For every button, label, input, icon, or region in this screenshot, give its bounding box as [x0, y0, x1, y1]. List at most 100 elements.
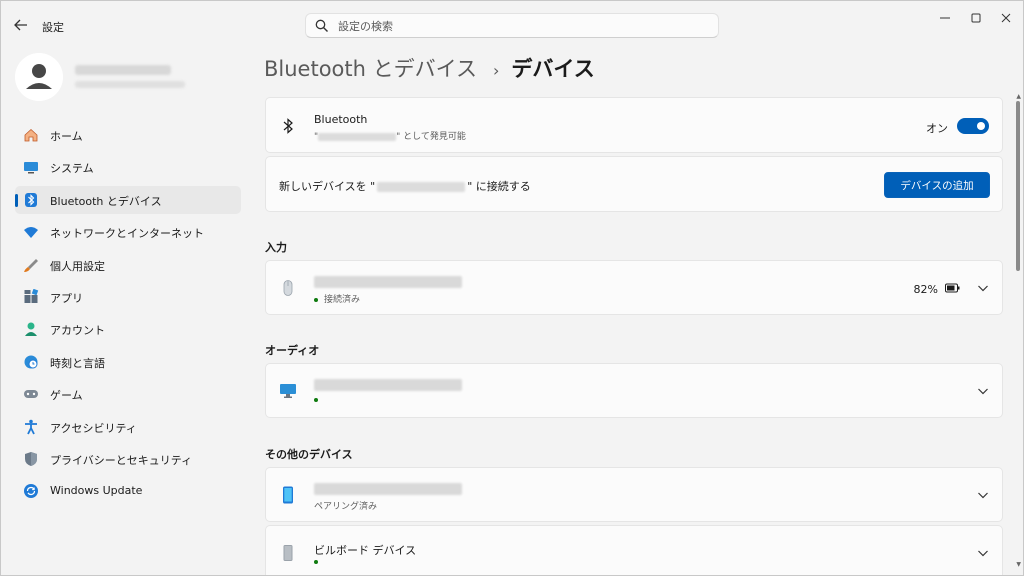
scroll-down-arrow-icon[interactable]: ▼	[1016, 561, 1021, 568]
bluetooth-toggle-label: オン	[926, 122, 948, 135]
sidebar-nav: ホーム システム Bluetooth とデバイス ネットワークとインターネット …	[15, 121, 241, 510]
sidebar-item-label: プライバシーとセキュリティ	[50, 453, 193, 467]
close-icon	[1001, 13, 1011, 23]
chevron-down-icon[interactable]	[976, 546, 990, 560]
title-bar: 設定	[1, 1, 1023, 49]
monitor-icon	[280, 384, 296, 398]
device-card-billboard[interactable]: ビルボード デバイス	[265, 525, 1003, 575]
device-status	[314, 557, 324, 567]
page-title: デバイス	[511, 57, 595, 81]
sidebar-item-label: 時刻と言語	[50, 356, 105, 370]
device-status-text: 接続済み	[324, 295, 361, 305]
monitor-icon	[24, 162, 38, 174]
bluetooth-devices-icon	[25, 192, 37, 207]
generic-device-icon	[283, 545, 293, 561]
bluetooth-icon	[283, 118, 293, 134]
minimize-button[interactable]	[931, 9, 959, 27]
mouse-icon	[283, 280, 293, 296]
home-icon	[24, 128, 38, 142]
sidebar-item-accessibility[interactable]: アクセシビリティ	[15, 413, 241, 441]
breadcrumb-parent-link[interactable]: Bluetooth とデバイス	[264, 53, 477, 83]
sidebar-item-gaming[interactable]: ゲーム	[15, 380, 241, 408]
connected-dot	[314, 397, 318, 402]
search-icon	[315, 19, 328, 32]
bluetooth-card: Bluetooth " " として発見可能 オン	[265, 97, 1003, 153]
profile-name-redacted	[75, 65, 171, 75]
section-heading-other-devices: その他のデバイス	[265, 448, 353, 461]
apps-icon	[24, 288, 39, 303]
scroll-up-arrow-icon[interactable]: ▲	[1016, 93, 1021, 100]
sidebar-item-privacy-security[interactable]: プライバシーとセキュリティ	[15, 445, 241, 473]
back-arrow-icon	[14, 19, 27, 31]
sidebar-item-home[interactable]: ホーム	[15, 121, 241, 149]
search-input[interactable]	[338, 18, 698, 34]
device-status	[314, 395, 324, 405]
wifi-icon	[24, 227, 38, 239]
sidebar-item-apps[interactable]: アプリ	[15, 283, 241, 311]
add-device-button[interactable]: デバイスの追加	[884, 172, 990, 198]
section-heading-input: 入力	[265, 241, 287, 254]
device-name-redacted	[314, 483, 462, 495]
sidebar-item-label: ゲーム	[50, 389, 83, 403]
maximize-button[interactable]	[962, 9, 990, 27]
scrollbar-thumb[interactable]	[1016, 101, 1020, 271]
sidebar-item-label: アカウント	[50, 324, 105, 338]
chevron-down-icon[interactable]	[976, 488, 990, 502]
sidebar-item-label: システム	[50, 162, 94, 176]
shield-icon	[25, 451, 37, 466]
add-device-text: 新しいデバイスを " " に接続する	[279, 178, 531, 194]
device-name-redacted	[314, 379, 462, 391]
bluetooth-toggle[interactable]	[957, 118, 989, 134]
bluetooth-discoverable-text: " " として発見可能	[314, 129, 466, 142]
sidebar-item-label: Windows Update	[50, 484, 143, 498]
sidebar-item-label: 個人用設定	[50, 259, 105, 273]
add-device-prefix: 新しいデバイスを "	[279, 180, 376, 193]
update-icon	[24, 484, 38, 499]
device-name: ビルボード デバイス	[314, 544, 417, 557]
account-icon	[25, 322, 37, 337]
sidebar-item-system[interactable]: システム	[15, 153, 241, 181]
close-button[interactable]	[992, 9, 1020, 27]
search-box[interactable]	[305, 13, 719, 38]
device-status: 接続済み	[314, 292, 360, 305]
settings-window: 設定 ホーム システム Bluetooth とデバイス	[0, 0, 1024, 576]
sidebar-item-label: アクセシビリティ	[50, 421, 137, 435]
chevron-down-icon[interactable]	[976, 384, 990, 398]
sidebar-item-personalization[interactable]: 個人用設定	[15, 251, 241, 279]
device-card-mouse[interactable]: 接続済み 82%	[265, 260, 1003, 315]
pc-name-redacted	[377, 182, 466, 192]
device-name-redacted	[314, 276, 462, 288]
connected-dot	[314, 559, 318, 564]
sidebar-item-label: Bluetooth とデバイス	[50, 194, 162, 208]
avatar[interactable]	[15, 53, 63, 101]
connected-dot	[314, 297, 318, 302]
chevron-down-icon[interactable]	[976, 281, 990, 295]
back-button[interactable]	[11, 15, 31, 35]
minimize-icon	[940, 17, 950, 19]
battery-percent: 82%	[913, 283, 938, 296]
sidebar-item-label: ネットワークとインターネット	[50, 227, 204, 241]
toggle-knob	[977, 122, 985, 130]
device-card-phone[interactable]: ペアリング済み	[265, 467, 1003, 522]
phone-icon	[283, 486, 293, 504]
sidebar-item-accounts[interactable]: アカウント	[15, 315, 241, 343]
app-title: 設定	[42, 21, 64, 34]
breadcrumb-separator: ›	[493, 61, 500, 80]
device-card-monitor[interactable]	[265, 363, 1003, 418]
device-name-redacted	[318, 132, 397, 141]
sidebar-item-network[interactable]: ネットワークとインターネット	[15, 218, 241, 246]
add-device-suffix: " に接続する	[467, 180, 531, 193]
sidebar-item-bluetooth-devices[interactable]: Bluetooth とデバイス	[15, 185, 241, 214]
bluetooth-title: Bluetooth	[314, 113, 368, 126]
section-heading-audio: オーディオ	[265, 344, 320, 357]
user-avatar-icon	[15, 53, 63, 101]
brush-icon	[24, 258, 38, 272]
gamepad-icon	[24, 390, 38, 399]
sidebar-item-windows-update[interactable]: Windows Update	[15, 477, 241, 505]
sidebar-item-label: ホーム	[50, 130, 83, 143]
sidebar-item-time-language[interactable]: 時刻と言語	[15, 348, 241, 376]
breadcrumb: Bluetooth とデバイス › デバイス	[264, 53, 595, 83]
maximize-icon	[971, 13, 981, 23]
accessibility-icon	[25, 419, 37, 434]
device-status: ペアリング済み	[314, 502, 378, 512]
